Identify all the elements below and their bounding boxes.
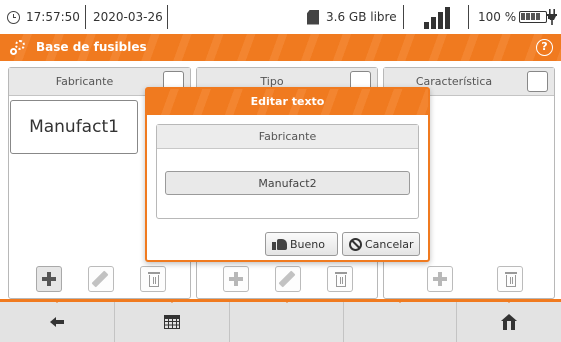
field-group: Fabricante — [156, 124, 419, 219]
table-view-button[interactable] — [115, 299, 230, 342]
bottom-nav — [0, 299, 561, 342]
column-toolbar — [9, 260, 190, 298]
add-button[interactable] — [427, 266, 453, 292]
delete-button[interactable] — [140, 266, 166, 292]
ok-button-label: Bueno — [290, 237, 325, 251]
column-toolbar — [197, 260, 377, 298]
pencil-icon — [278, 270, 296, 288]
column-toolbar — [384, 260, 554, 298]
column-checkbox[interactable] — [527, 71, 548, 92]
clock-icon — [7, 10, 20, 24]
table-icon — [164, 315, 180, 329]
text-input[interactable] — [165, 171, 410, 195]
plus-icon — [42, 272, 56, 286]
back-arrow-icon — [50, 317, 64, 327]
delete-button[interactable] — [497, 266, 523, 292]
gears-icon — [10, 40, 26, 56]
plus-icon — [433, 272, 447, 286]
trash-icon — [148, 272, 160, 288]
nav-slot-4[interactable] — [344, 299, 457, 342]
thumbs-up-icon — [272, 238, 287, 250]
home-icon — [501, 314, 517, 330]
status-divider — [167, 5, 168, 29]
trash-icon — [505, 272, 517, 288]
plug-icon — [547, 9, 557, 25]
help-icon[interactable]: ? — [536, 39, 553, 56]
title-bar: Base de fusibles ? — [0, 34, 561, 61]
status-storage: 3.6 GB libre — [326, 10, 397, 24]
home-button[interactable] — [457, 299, 561, 342]
edit-button[interactable] — [275, 266, 301, 292]
column-header-label: Fabricante — [55, 75, 114, 88]
edit-button[interactable] — [88, 266, 114, 292]
ok-button[interactable]: Bueno — [265, 232, 338, 256]
status-battery-percent: 100 % — [478, 10, 517, 24]
cancel-icon — [349, 237, 362, 251]
delete-button[interactable] — [327, 266, 353, 292]
add-button[interactable] — [36, 266, 62, 292]
sd-card-icon — [307, 9, 319, 25]
status-date: 2020-03-26 — [93, 10, 163, 24]
list-item[interactable]: Manufact1 — [10, 100, 138, 154]
add-button[interactable] — [223, 266, 249, 292]
cancel-button[interactable]: Cancelar — [342, 232, 420, 256]
edit-text-dialog: Editar texto Fabricante Bueno Cancelar — [145, 87, 430, 262]
pencil-icon — [91, 270, 109, 288]
status-divider — [468, 5, 469, 29]
page-title: Base de fusibles — [36, 40, 147, 54]
back-button[interactable] — [0, 299, 115, 342]
signal-icon — [424, 5, 458, 29]
trash-icon — [335, 272, 347, 288]
cancel-button-label: Cancelar — [365, 237, 414, 251]
status-time: 17:57:50 — [26, 10, 80, 24]
nav-slot-3[interactable] — [230, 299, 344, 342]
status-bar: 17:57:50 2020-03-26 3.6 GB libre 100 % — [0, 0, 561, 34]
dialog-title: Editar texto — [147, 89, 428, 115]
status-divider — [85, 5, 86, 29]
plus-icon — [229, 272, 243, 286]
status-divider — [403, 5, 404, 29]
field-label: Fabricante — [157, 125, 418, 149]
battery-icon — [519, 11, 551, 23]
